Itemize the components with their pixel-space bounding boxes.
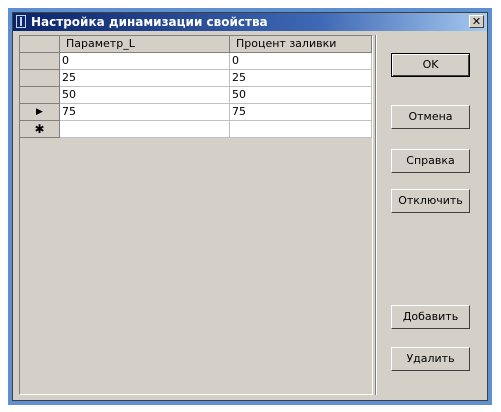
grid-corner-header xyxy=(20,36,60,53)
window-title: Настройка динамизации свойства xyxy=(31,15,268,29)
row-header[interactable] xyxy=(20,87,60,104)
dialog-window: Настройка динамизации свойства ✕ Парамет… xyxy=(12,12,488,401)
add-button[interactable]: Добавить xyxy=(391,305,470,329)
row-header[interactable] xyxy=(20,53,60,70)
close-button[interactable]: ✕ xyxy=(469,15,484,28)
table-cell-parameter[interactable]: 0 xyxy=(60,53,230,70)
delete-button[interactable]: Удалить xyxy=(391,347,470,371)
cancel-button[interactable]: Отмена xyxy=(391,105,470,129)
table-cell-parameter[interactable]: 50 xyxy=(60,87,230,104)
window-frame: Настройка динамизации свойства ✕ Парамет… xyxy=(8,8,492,405)
new-row-cell-fill-percent[interactable] xyxy=(230,121,372,138)
parameter-grid[interactable]: Параметр_L Процент заливки 0 0 25 25 50 … xyxy=(19,35,373,395)
ok-button[interactable]: OK xyxy=(391,53,470,77)
table-cell-parameter[interactable]: 25 xyxy=(60,70,230,87)
column-header-fill-percent[interactable]: Процент заливки xyxy=(230,36,372,53)
column-header-parameter[interactable]: Параметр_L xyxy=(60,36,230,53)
table-cell-fill-percent[interactable]: 25 xyxy=(230,70,372,87)
title-bar[interactable]: Настройка динамизации свойства ✕ xyxy=(13,13,487,31)
new-row-marker-icon[interactable]: ✱ xyxy=(20,121,60,138)
current-row-indicator-icon[interactable]: ▶ xyxy=(20,104,60,121)
help-button[interactable]: Справка xyxy=(391,149,470,173)
disable-button[interactable]: Отключить xyxy=(391,189,470,213)
row-header[interactable] xyxy=(20,70,60,87)
grid-empty-area xyxy=(20,138,372,394)
table-cell-fill-percent[interactable]: 50 xyxy=(230,87,372,104)
vertical-divider xyxy=(375,35,377,395)
app-icon xyxy=(16,15,26,28)
new-row-cell-parameter[interactable] xyxy=(60,121,230,138)
table-cell-fill-percent[interactable]: 75 xyxy=(230,104,372,121)
table-cell-fill-percent[interactable]: 0 xyxy=(230,53,372,70)
table-cell-parameter[interactable]: 75 xyxy=(60,104,230,121)
